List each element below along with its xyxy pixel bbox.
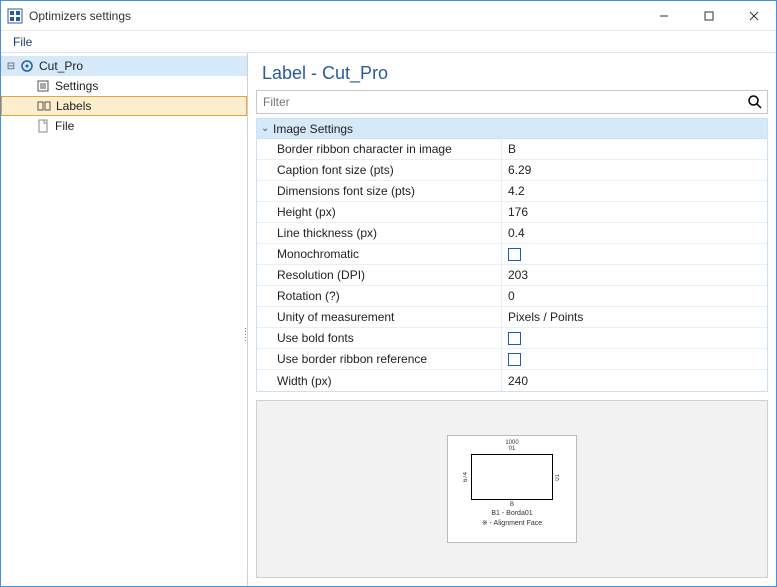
prop-name: Rotation (?) bbox=[257, 286, 502, 306]
splitter[interactable] bbox=[243, 320, 248, 350]
tree-item-label: File bbox=[55, 119, 74, 133]
section-title: Image Settings bbox=[273, 122, 353, 136]
minimize-button[interactable] bbox=[641, 1, 686, 30]
prop-name: Monochromatic bbox=[257, 244, 502, 264]
property-grid: ⌄ Image Settings Border ribbon character… bbox=[256, 118, 768, 392]
menu-file[interactable]: File bbox=[5, 33, 40, 51]
prop-name: Dimensions font size (pts) bbox=[257, 181, 502, 201]
prop-value[interactable]: 0 bbox=[502, 286, 767, 306]
prop-value[interactable]: 176 bbox=[502, 202, 767, 222]
window-controls bbox=[641, 1, 776, 30]
checkbox[interactable] bbox=[508, 332, 521, 345]
label-preview: 1000 01 674 01 B B1 - Borda01 ※ - Alignm… bbox=[447, 435, 577, 543]
preview-dim-right: 01 bbox=[555, 474, 561, 481]
app-icon bbox=[7, 8, 23, 24]
prop-row: Monochromatic bbox=[257, 244, 767, 265]
prop-name: Line thickness (px) bbox=[257, 223, 502, 243]
preview-rect bbox=[471, 454, 553, 500]
body: ⊟ Cut_Pro ·Settings·Labels·File Label - … bbox=[1, 53, 776, 586]
window: Optimizers settings File ⊟ Cut_Pro ·Sett… bbox=[0, 0, 777, 587]
page-title: Label - Cut_Pro bbox=[248, 53, 776, 90]
prop-value[interactable]: 6.29 bbox=[502, 160, 767, 180]
tree-collapse-icon[interactable]: ⊟ bbox=[5, 61, 17, 72]
tree-panel: ⊟ Cut_Pro ·Settings·Labels·File bbox=[1, 53, 248, 586]
prop-value[interactable]: 4.2 bbox=[502, 181, 767, 201]
prop-value[interactable] bbox=[502, 328, 767, 348]
tree-item-icon bbox=[36, 98, 52, 114]
tree-item-label: Labels bbox=[56, 99, 91, 113]
preview-dim-left: 674 bbox=[463, 472, 469, 482]
tree-item-icon bbox=[35, 78, 51, 94]
prop-name: Height (px) bbox=[257, 202, 502, 222]
prop-value[interactable]: Pixels / Points bbox=[502, 307, 767, 327]
search-icon[interactable] bbox=[743, 94, 767, 110]
prop-row: Unity of measurementPixels / Points bbox=[257, 307, 767, 328]
prop-name: Width (px) bbox=[257, 370, 502, 391]
tree-item-file[interactable]: ·File bbox=[1, 116, 247, 136]
chevron-down-icon: ⌄ bbox=[261, 123, 273, 134]
prop-row: Rotation (?)0 bbox=[257, 286, 767, 307]
gear-icon bbox=[19, 58, 35, 74]
preview-dim-bottom: B bbox=[510, 502, 514, 508]
tree-item-labels[interactable]: ·Labels bbox=[1, 96, 247, 116]
prop-value[interactable]: 0.4 bbox=[502, 223, 767, 243]
prop-row: Use bold fonts bbox=[257, 328, 767, 349]
tree-root[interactable]: ⊟ Cut_Pro bbox=[1, 56, 247, 76]
preview-dim-sub: 01 bbox=[509, 446, 516, 452]
prop-name: Caption font size (pts) bbox=[257, 160, 502, 180]
prop-row: Border ribbon character in imageB bbox=[257, 139, 767, 160]
tree-item-label: Settings bbox=[55, 79, 98, 93]
preview-caption-1: B1 - Borda01 bbox=[491, 510, 532, 518]
tree-item-icon bbox=[35, 118, 51, 134]
menubar: File bbox=[1, 31, 776, 53]
preview-panel: 1000 01 674 01 B B1 - Borda01 ※ - Alignm… bbox=[256, 400, 768, 578]
tree-root-label: Cut_Pro bbox=[39, 59, 83, 73]
checkbox[interactable] bbox=[508, 353, 521, 366]
prop-value[interactable]: 203 bbox=[502, 265, 767, 285]
window-title: Optimizers settings bbox=[29, 9, 641, 23]
checkbox[interactable] bbox=[508, 248, 521, 261]
preview-caption-2: ※ - Alignment Face bbox=[482, 520, 542, 528]
titlebar: Optimizers settings bbox=[1, 1, 776, 31]
prop-row: Dimensions font size (pts)4.2 bbox=[257, 181, 767, 202]
section-header[interactable]: ⌄ Image Settings bbox=[257, 119, 767, 139]
prop-row: Width (px)240 bbox=[257, 370, 767, 391]
prop-row: Line thickness (px)0.4 bbox=[257, 223, 767, 244]
prop-row: Height (px)176 bbox=[257, 202, 767, 223]
prop-name: Border ribbon character in image bbox=[257, 139, 502, 159]
prop-name: Resolution (DPI) bbox=[257, 265, 502, 285]
prop-value[interactable] bbox=[502, 349, 767, 369]
prop-value[interactable]: 240 bbox=[502, 370, 767, 391]
prop-row: Resolution (DPI)203 bbox=[257, 265, 767, 286]
prop-name: Use border ribbon reference bbox=[257, 349, 502, 369]
maximize-button[interactable] bbox=[686, 1, 731, 30]
prop-value[interactable]: B bbox=[502, 139, 767, 159]
filter-bar bbox=[256, 90, 768, 114]
prop-row: Use border ribbon reference bbox=[257, 349, 767, 370]
close-button[interactable] bbox=[731, 1, 776, 30]
prop-row: Caption font size (pts)6.29 bbox=[257, 160, 767, 181]
prop-value[interactable] bbox=[502, 244, 767, 264]
filter-input[interactable] bbox=[257, 93, 743, 111]
main-panel: Label - Cut_Pro ⌄ Image Settings Border … bbox=[248, 53, 776, 586]
prop-name: Unity of measurement bbox=[257, 307, 502, 327]
prop-name: Use bold fonts bbox=[257, 328, 502, 348]
tree-item-settings[interactable]: ·Settings bbox=[1, 76, 247, 96]
